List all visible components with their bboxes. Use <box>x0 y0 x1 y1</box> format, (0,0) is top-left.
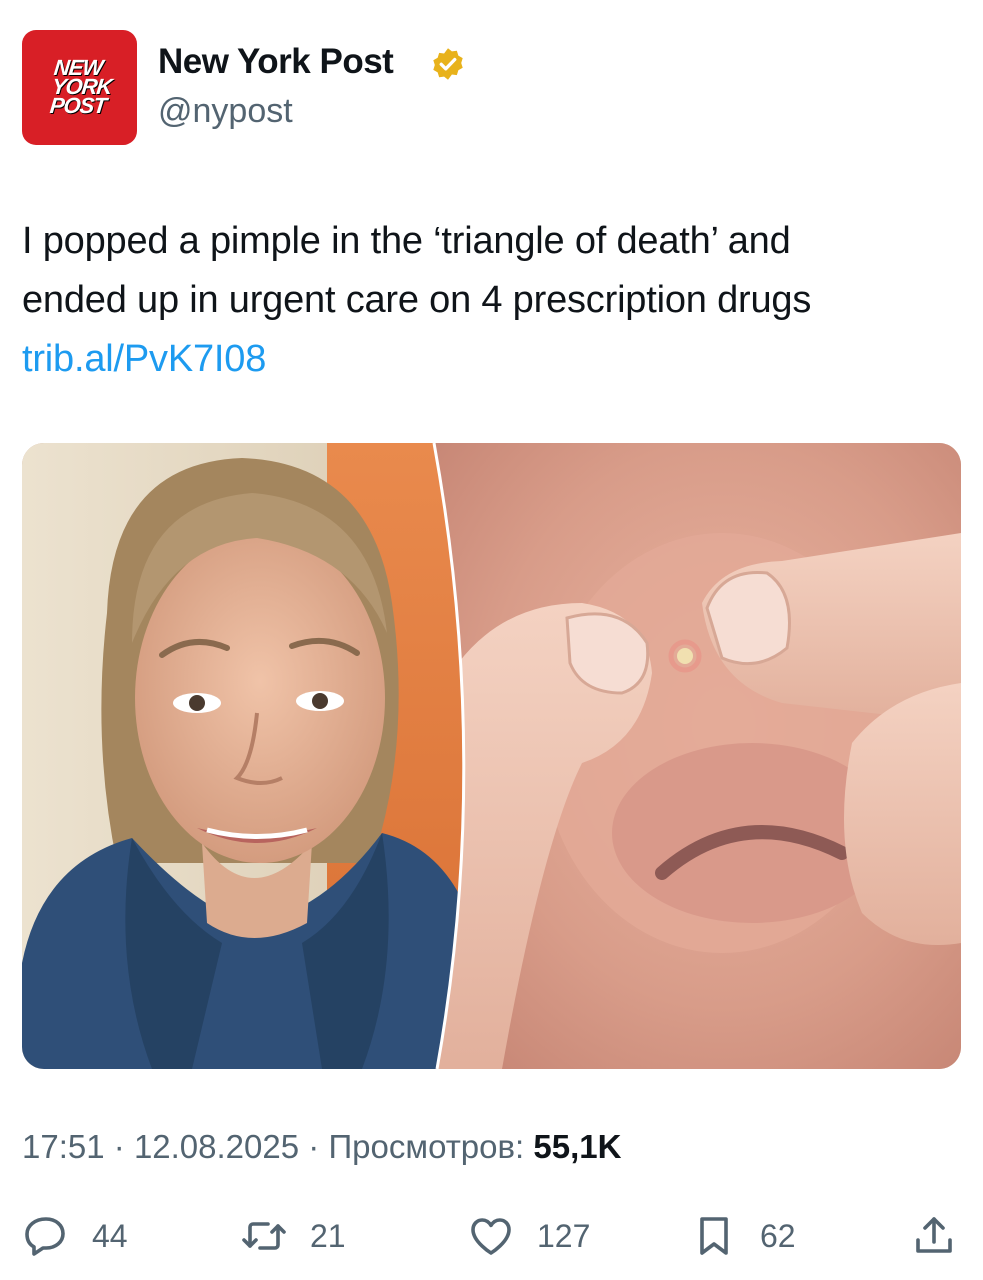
nose-pimple-closeup-photo <box>434 443 961 1069</box>
tweet-link[interactable]: trib.al/PvK7I08 <box>22 330 962 389</box>
share-button[interactable] <box>910 1206 958 1266</box>
share-icon <box>916 1217 952 1253</box>
tweet-date[interactable]: 12.08.2025 <box>134 1128 299 1165</box>
meta-separator: · <box>308 1128 329 1165</box>
tweet-time[interactable]: 17:51 <box>22 1128 105 1165</box>
avatar-logo-text: NEW YORK POST <box>48 55 113 118</box>
views-count: 55,1K <box>533 1128 622 1165</box>
reply-count: 44 <box>92 1217 128 1254</box>
tweet-meta: 17:51 · 12.08.2025 · Просмотров: 55,1K <box>22 1128 621 1166</box>
meta-separator: · <box>113 1128 134 1165</box>
retweet-icon <box>242 1222 286 1250</box>
retweet-count: 21 <box>310 1217 346 1254</box>
verified-badge-icon <box>433 48 463 80</box>
heart-icon <box>471 1218 511 1255</box>
views-label: Просмотров: <box>328 1128 525 1165</box>
bookmark-count: 62 <box>760 1217 796 1254</box>
tweet-media[interactable] <box>22 443 961 1069</box>
woman-selfie-photo <box>22 443 464 1069</box>
author-name[interactable]: New York Post <box>158 42 394 82</box>
retweet-button[interactable]: 21 <box>240 1206 346 1266</box>
tweet-text: I popped a pimple in the ‘triangle of de… <box>22 212 962 389</box>
action-bar: 44 21 127 62 <box>22 1206 962 1266</box>
avatar[interactable]: NEW YORK POST <box>22 30 137 145</box>
tweet-text-line: I popped a pimple in the ‘triangle of de… <box>22 220 791 262</box>
reply-button[interactable]: 44 <box>22 1206 128 1266</box>
author-handle[interactable]: @nypost <box>158 92 293 131</box>
bookmark-button[interactable]: 62 <box>690 1206 796 1266</box>
bookmark-icon <box>700 1217 728 1255</box>
reply-icon <box>25 1217 65 1256</box>
like-button[interactable]: 127 <box>467 1206 590 1266</box>
tweet-text-line: ended up in urgent care on 4 prescriptio… <box>22 279 812 321</box>
like-count: 127 <box>537 1217 591 1254</box>
